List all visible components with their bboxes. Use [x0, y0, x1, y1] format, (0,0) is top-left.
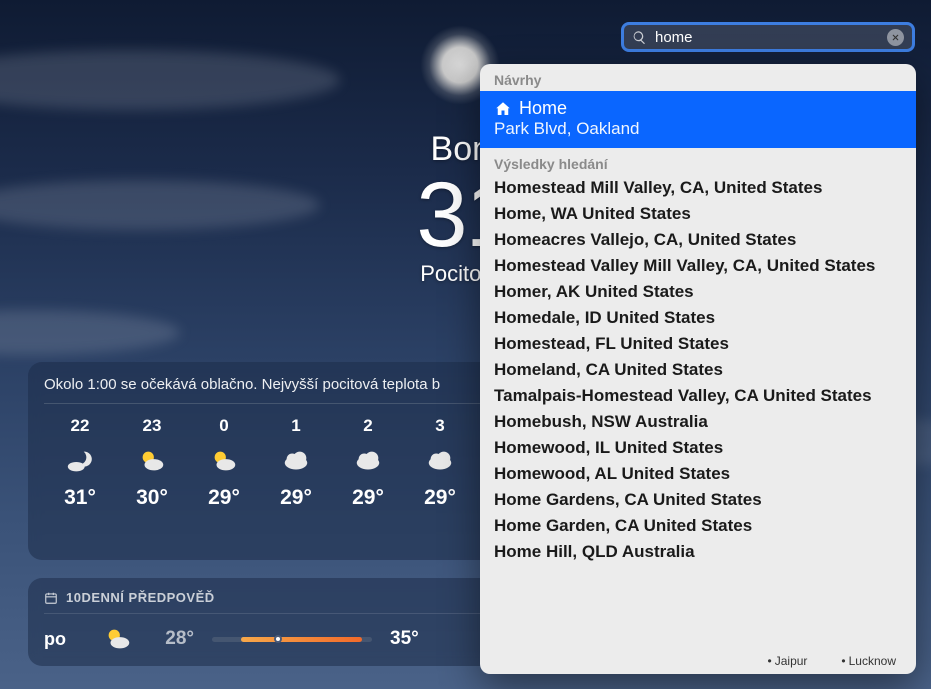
- hour-cell[interactable]: 1 29°: [260, 416, 332, 510]
- search-result-item[interactable]: Homeland, CA United States: [480, 357, 916, 383]
- partly-sunny-icon: [137, 446, 167, 476]
- clear-search-button[interactable]: [887, 29, 904, 46]
- results-section-label: Výsledky hledání: [480, 148, 916, 175]
- day-low-temp: 28°: [152, 628, 194, 650]
- search-input[interactable]: [655, 29, 879, 46]
- hour-temp: 29°: [280, 486, 312, 510]
- hour-temp: 29°: [208, 486, 240, 510]
- search-field[interactable]: [621, 22, 915, 52]
- search-result-item[interactable]: Tamalpais-Homestead Valley, CA United St…: [480, 383, 916, 409]
- hour-cell[interactable]: 2 29°: [332, 416, 404, 510]
- search-result-item[interactable]: Home Garden, CA United States: [480, 513, 916, 539]
- search-result-item[interactable]: Home Hill, QLD Australia: [480, 539, 916, 565]
- hour-cell[interactable]: 3 29°: [404, 416, 476, 510]
- calendar-icon: [44, 591, 58, 605]
- home-icon: [494, 100, 512, 118]
- search-result-item[interactable]: Homestead, FL United States: [480, 331, 916, 357]
- moon-cloud-icon: [65, 446, 95, 476]
- cloud-icon: [425, 446, 455, 476]
- hour-temp: 30°: [136, 486, 168, 510]
- hour-label: 23: [143, 416, 162, 436]
- search-result-item[interactable]: Homestead Valley Mill Valley, CA, United…: [480, 253, 916, 279]
- search-result-item[interactable]: Homer, AK United States: [480, 279, 916, 305]
- suggestion-title: Home: [519, 98, 567, 119]
- suggestion-subtitle: Park Blvd, Oakland: [494, 119, 902, 139]
- close-icon: [891, 33, 900, 42]
- search-result-item[interactable]: Homedale, ID United States: [480, 305, 916, 331]
- hour-label: 1: [291, 416, 300, 436]
- cloud-icon: [353, 446, 383, 476]
- hour-cell[interactable]: 0 29°: [188, 416, 260, 510]
- suggestion-item-home[interactable]: Home Park Blvd, Oakland: [480, 91, 916, 148]
- search-result-item[interactable]: Homewood, AL United States: [480, 461, 916, 487]
- hour-temp: 31°: [64, 486, 96, 510]
- search-result-item[interactable]: Homewood, IL United States: [480, 435, 916, 461]
- map-city-1: Jaipur: [768, 654, 808, 668]
- hour-label: 0: [219, 416, 228, 436]
- temp-range-bar: [212, 637, 372, 642]
- partly-sunny-icon: [209, 446, 239, 476]
- hour-label: 2: [363, 416, 372, 436]
- day-label: po: [44, 629, 84, 650]
- search-icon: [632, 30, 647, 45]
- hour-temp: 29°: [352, 486, 384, 510]
- search-result-item[interactable]: Homeacres Vallejo, CA, United States: [480, 227, 916, 253]
- search-result-item[interactable]: Homebush, NSW Australia: [480, 409, 916, 435]
- hour-label: 3: [435, 416, 444, 436]
- search-container: [621, 22, 915, 52]
- partly-sunny-icon: [102, 624, 134, 654]
- cloud-icon: [281, 446, 311, 476]
- hour-temp: 29°: [424, 486, 456, 510]
- suggestions-section-label: Návrhy: [480, 64, 916, 91]
- ten-day-title: 10DENNÍ PŘEDPOVĚĎ: [66, 590, 215, 605]
- hour-cell[interactable]: 22 31°: [44, 416, 116, 510]
- search-result-item[interactable]: Homestead Mill Valley, CA, United States: [480, 175, 916, 201]
- map-city-2: Lucknow: [841, 654, 896, 668]
- day-high-temp: 35°: [390, 628, 432, 650]
- hour-cell[interactable]: 23 30°: [116, 416, 188, 510]
- map-fragment: Jaipur Lucknow: [768, 654, 896, 668]
- hour-label: 22: [71, 416, 90, 436]
- search-result-item[interactable]: Home Gardens, CA United States: [480, 487, 916, 513]
- search-result-item[interactable]: Home, WA United States: [480, 201, 916, 227]
- search-results-dropdown: Návrhy Home Park Blvd, Oakland Výsledky …: [480, 64, 916, 674]
